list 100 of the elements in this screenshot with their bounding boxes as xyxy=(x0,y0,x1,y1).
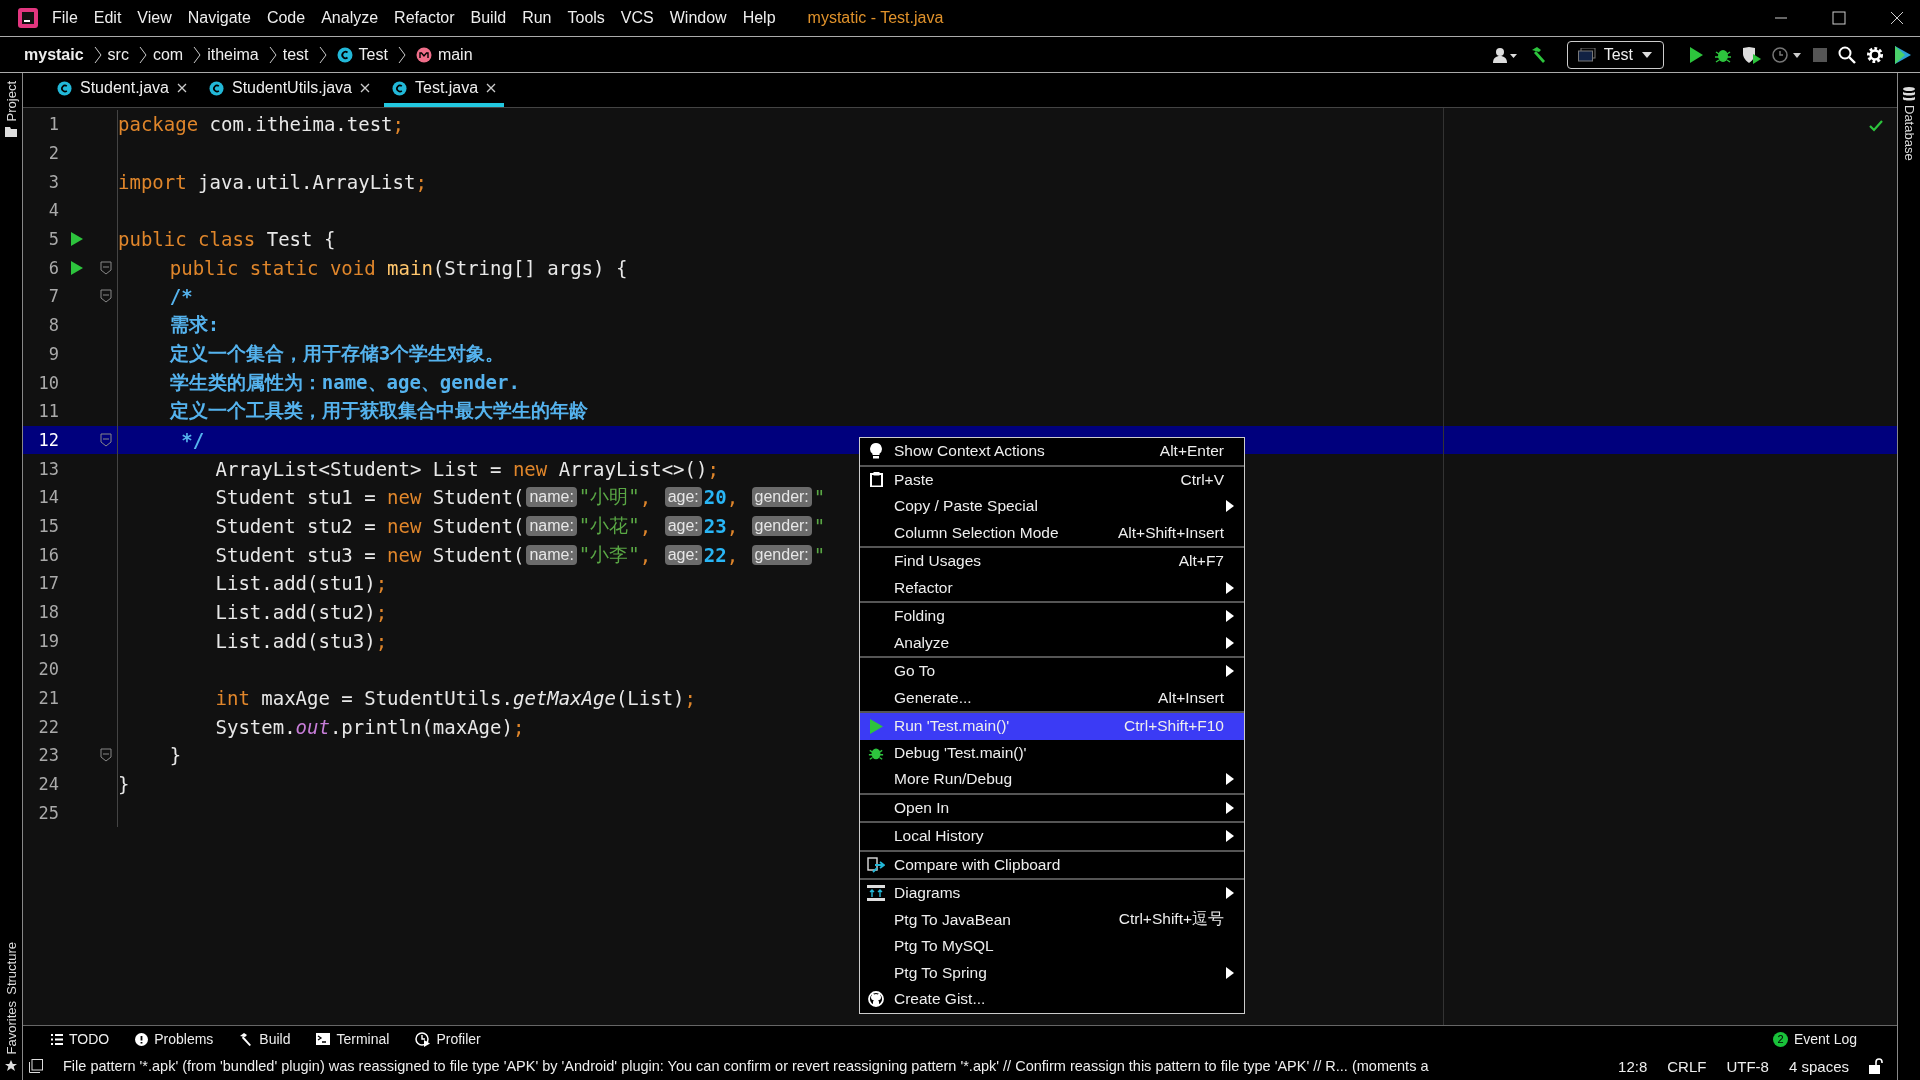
tool-window-button[interactable]: Problems xyxy=(135,1031,214,1047)
editor-tab[interactable]: Student.java xyxy=(49,73,195,107)
lightbulb-icon xyxy=(870,443,882,460)
breadcrumb[interactable]: main xyxy=(437,45,473,64)
breadcrumb[interactable]: mystaic xyxy=(24,45,84,64)
context-menu-item[interactable]: Create Gist... xyxy=(860,986,1244,1013)
method-call: getMaxAge xyxy=(512,687,616,710)
breadcrumb[interactable]: src xyxy=(107,45,129,64)
caret-position[interactable]: 12:8 xyxy=(1618,1057,1648,1075)
context-menu-item[interactable]: Show Context Actions Alt+Enter xyxy=(860,438,1244,465)
fold-marker-icon[interactable] xyxy=(100,289,112,304)
tool-window-tab[interactable]: Database xyxy=(1901,105,1917,161)
close-icon[interactable] xyxy=(360,83,370,93)
menu-item[interactable]: View xyxy=(137,9,172,27)
context-menu-item[interactable]: Open In xyxy=(860,794,1244,821)
fold-marker-icon[interactable] xyxy=(100,748,112,763)
menu-item[interactable]: Help xyxy=(742,9,776,27)
tool-window-tab[interactable]: Structure xyxy=(3,941,19,995)
settings-icon[interactable] xyxy=(1866,45,1884,64)
code-text: com.itheima.test xyxy=(209,113,393,136)
fold-marker-icon[interactable] xyxy=(100,432,112,447)
menu-item[interactable]: Refactor xyxy=(394,9,455,27)
plugin-logo-icon[interactable] xyxy=(1894,44,1912,65)
status-message[interactable]: File pattern '*.apk' (from 'bundled' plugin) was reassigned to file type 'APK' by 'Android' plugin: You can confirm or revert reassigning pattern '*.apk' // Confirm reassign this pattern to file type 'APK' // R... (moments a xyxy=(63,1058,1599,1074)
comment-text: 定义一个工具类，用于获取集合中最大学生的年龄 xyxy=(169,398,588,424)
code-text: Student stu2 = xyxy=(215,514,377,537)
panel-toggle-icon[interactable] xyxy=(29,1059,43,1073)
context-menu-item[interactable]: Find Usages Alt+F7 xyxy=(860,548,1244,575)
fold-marker-icon[interactable] xyxy=(100,260,112,275)
line-number: 7 xyxy=(47,286,59,307)
unlock-icon[interactable] xyxy=(1869,1058,1883,1074)
tool-window-button[interactable]: Profiler xyxy=(415,1031,481,1047)
menu-item[interactable]: Run xyxy=(522,9,552,27)
line-number: 22 xyxy=(37,716,59,737)
stop-icon[interactable] xyxy=(1812,46,1828,63)
context-menu-item[interactable]: Ptg To Spring xyxy=(860,959,1244,986)
star-icon[interactable] xyxy=(5,1060,17,1072)
keyword-text: , xyxy=(726,514,740,537)
context-menu-item[interactable]: Copy / Paste Special xyxy=(860,493,1244,520)
context-menu-item[interactable]: Ptg To JavaBean Ctrl+Shift+逗号 xyxy=(860,906,1244,933)
indent-setting[interactable]: 4 spaces xyxy=(1788,1057,1849,1075)
tool-window-button[interactable]: Build xyxy=(239,1031,291,1047)
breadcrumb[interactable]: itheima xyxy=(207,45,259,64)
string-literal: " xyxy=(813,486,826,509)
context-menu-item[interactable]: Folding xyxy=(860,603,1244,630)
context-menu-item[interactable]: Compare with Clipboard xyxy=(860,851,1244,878)
breadcrumb[interactable]: com xyxy=(152,45,184,64)
user-icon[interactable] xyxy=(1492,46,1519,63)
tool-window-button[interactable]: TODO xyxy=(51,1031,110,1047)
menu-item[interactable]: Build xyxy=(470,9,507,27)
context-menu-item[interactable]: Run 'Test.main()' Ctrl+Shift+F10 xyxy=(860,713,1244,740)
context-menu-item[interactable]: More Run/Debug xyxy=(860,766,1244,793)
database-icon[interactable] xyxy=(1903,87,1915,101)
breadcrumb[interactable]: test xyxy=(282,45,309,64)
line-number: 1 xyxy=(47,114,59,135)
context-menu-item[interactable]: Analyze xyxy=(860,629,1244,656)
close-icon[interactable] xyxy=(176,83,187,93)
field-name: out xyxy=(295,715,330,738)
file-encoding[interactable]: UTF-8 xyxy=(1726,1057,1769,1075)
menu-item[interactable]: Navigate xyxy=(187,9,251,27)
run-gutter-icon[interactable] xyxy=(71,232,83,247)
dropdown-caret-icon xyxy=(1641,50,1653,59)
context-menu-item[interactable]: Debug 'Test.main()' xyxy=(860,739,1244,766)
tool-window-button[interactable]: Terminal xyxy=(316,1031,390,1047)
menu-item[interactable]: File xyxy=(52,9,78,27)
comment-text: 定义一个集合，用于存储3个学生对象。 xyxy=(169,340,505,366)
context-menu-item[interactable]: Ptg To MySQL xyxy=(860,933,1244,960)
line-separator[interactable]: CRLF xyxy=(1667,1057,1707,1075)
context-menu-item[interactable]: Paste Ctrl+V xyxy=(860,466,1244,493)
menu-item[interactable]: Tools xyxy=(567,9,605,27)
run-gutter-icon[interactable] xyxy=(71,260,83,275)
run-icon[interactable] xyxy=(1688,45,1704,64)
close-icon[interactable] xyxy=(486,83,497,93)
keyword-text: new xyxy=(387,514,423,537)
context-menu-item[interactable]: Column Selection Mode Alt+Shift+Insert xyxy=(860,519,1244,546)
breadcrumb[interactable]: Test xyxy=(358,45,388,64)
run-configuration-dropdown[interactable]: Test xyxy=(1566,40,1664,69)
code-text: System. xyxy=(215,715,296,738)
coverage-icon[interactable] xyxy=(1742,45,1762,64)
event-log-button[interactable]: 2 Event Log xyxy=(1772,1031,1857,1047)
menu-item[interactable]: Edit xyxy=(93,9,122,27)
context-menu-item[interactable]: Generate... Alt+Insert xyxy=(860,684,1244,711)
close-icon[interactable] xyxy=(1890,11,1904,25)
maximize-icon[interactable] xyxy=(1832,11,1846,25)
editor-tab[interactable]: StudentUtils.java xyxy=(200,73,378,107)
search-icon[interactable] xyxy=(1838,45,1856,64)
menu-item[interactable]: Window xyxy=(669,9,727,27)
profiler-dropdown-icon[interactable] xyxy=(1772,45,1802,64)
context-menu-item[interactable]: Refactor xyxy=(860,574,1244,601)
menu-item[interactable]: VCS xyxy=(620,9,654,27)
menu-item[interactable]: Analyze xyxy=(321,9,379,27)
context-menu-item[interactable]: Diagrams xyxy=(860,880,1244,907)
menu-item[interactable]: Code xyxy=(266,9,306,27)
folder-icon[interactable] xyxy=(5,127,17,138)
keyword-text: ; xyxy=(375,601,388,624)
keyword-text: ; xyxy=(375,629,388,652)
tool-window-tab[interactable]: Project xyxy=(3,81,19,122)
tool-window-tab[interactable]: Favorites xyxy=(3,1000,19,1054)
context-menu-item[interactable]: Go To xyxy=(860,658,1244,685)
context-menu-item[interactable]: Local History xyxy=(860,823,1244,850)
